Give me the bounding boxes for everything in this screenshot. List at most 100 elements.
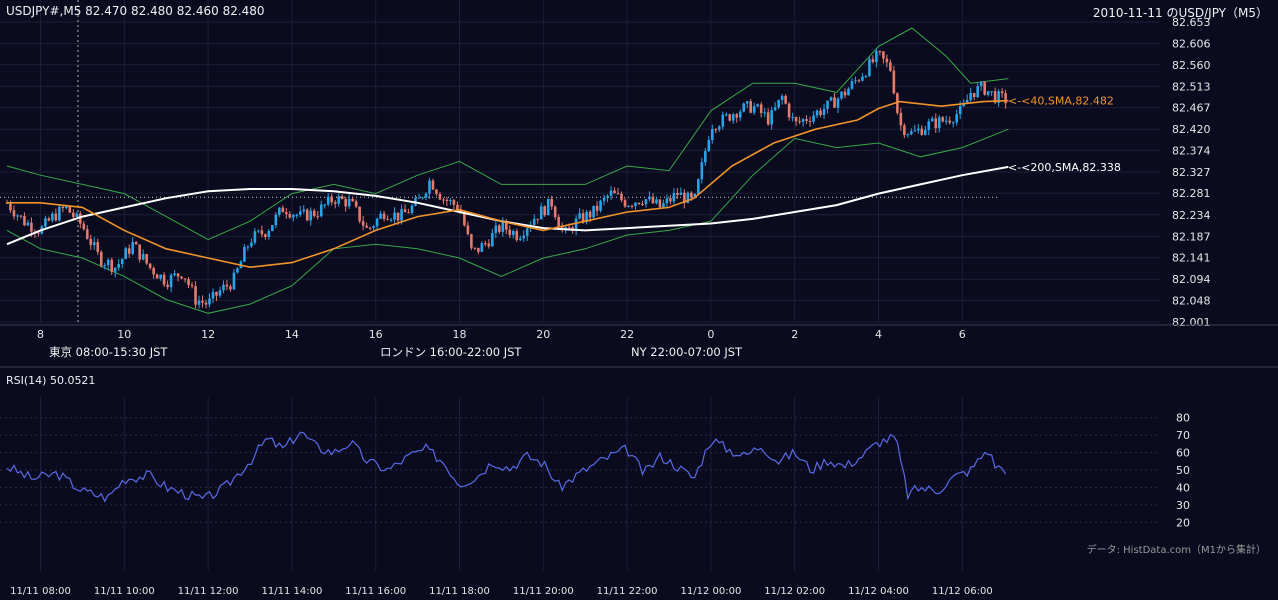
- candle-body: [106, 259, 110, 266]
- candle-body: [522, 235, 526, 239]
- rsi-line: [6, 431, 1007, 503]
- candle-body: [983, 82, 986, 95]
- candle-body: [944, 120, 948, 122]
- price-tick-label: 82.187: [1172, 230, 1211, 243]
- candle-body: [728, 114, 732, 121]
- candle-body: [899, 112, 903, 126]
- candle-body: [466, 225, 470, 235]
- candle-body: [148, 263, 152, 268]
- candle-body: [298, 211, 302, 215]
- rsi-time-label: 11/12 04:00: [848, 586, 909, 597]
- candle-body: [267, 231, 271, 237]
- candle-body: [428, 180, 431, 194]
- candle-body: [756, 104, 759, 107]
- candle-body: [717, 126, 721, 130]
- candle-body: [85, 229, 89, 239]
- candle-body: [204, 302, 208, 305]
- candle-body: [920, 128, 924, 135]
- candle-body: [452, 200, 456, 205]
- candle-body: [913, 130, 917, 132]
- candle-body: [787, 103, 791, 118]
- candle-body: [498, 225, 501, 232]
- candle-body: [658, 199, 662, 208]
- rsi-chart: [0, 417, 1160, 523]
- candle-body: [515, 231, 519, 240]
- candle-body: [731, 114, 735, 121]
- candle-body: [141, 254, 145, 260]
- candle-body: [948, 120, 952, 123]
- candle-body: [281, 207, 285, 213]
- rsi-tick-label: 80: [1176, 412, 1190, 425]
- candle-body: [295, 214, 299, 216]
- rsi-time-label: 11/12 02:00: [764, 586, 825, 597]
- rsi-tick-label: 30: [1176, 499, 1190, 512]
- candle-body: [190, 284, 194, 287]
- candle-body: [305, 209, 309, 221]
- candle-body: [257, 230, 260, 232]
- candle-body: [623, 200, 627, 207]
- candle-body: [51, 213, 54, 221]
- candle-body: [1004, 93, 1007, 104]
- candle-body: [134, 242, 138, 245]
- candle-body: [536, 218, 540, 220]
- sma40-annotation: <-<40,SMA,82.482: [1008, 95, 1114, 108]
- candle-body: [473, 247, 477, 249]
- candle-body: [410, 205, 414, 213]
- hour-tick-label: 20: [536, 328, 550, 341]
- candle-body: [169, 275, 173, 288]
- hour-tick-label: 6: [959, 328, 966, 341]
- candle-body: [812, 115, 815, 122]
- price-tick-label: 82.234: [1172, 209, 1211, 222]
- candle-body: [735, 114, 739, 118]
- candle-body: [166, 284, 169, 288]
- candle-body: [330, 196, 334, 203]
- candle-body: [351, 198, 354, 202]
- candle-body: [484, 243, 487, 245]
- candle-body: [243, 247, 246, 262]
- candle-body: [620, 193, 623, 201]
- candle-body: [236, 268, 239, 273]
- candle-body: [218, 290, 222, 296]
- candle-body: [864, 75, 868, 77]
- candle-body: [211, 291, 215, 299]
- candle-body: [379, 213, 382, 219]
- candle-body: [463, 213, 466, 226]
- hour-tick-label: 14: [285, 328, 299, 341]
- candle-body: [826, 100, 829, 109]
- candle-body: [37, 232, 40, 234]
- hour-tick-label: 22: [620, 328, 634, 341]
- candle-body: [759, 104, 763, 113]
- candle-body: [232, 272, 236, 290]
- candle-body: [403, 209, 407, 213]
- candle-body: [941, 117, 945, 122]
- candle-body: [340, 196, 344, 200]
- candle-body: [889, 62, 892, 71]
- candle-body: [679, 192, 683, 196]
- hour-tick-label: 0: [707, 328, 714, 341]
- candle-body: [669, 198, 672, 202]
- candle-body: [372, 226, 375, 228]
- candle-body: [763, 112, 766, 114]
- candle-body: [917, 128, 920, 131]
- candle-body: [222, 284, 225, 291]
- candle-body: [47, 218, 51, 221]
- candle-body: [319, 204, 323, 217]
- candle-body: [770, 110, 773, 125]
- candle-body: [99, 251, 103, 266]
- candle-body: [951, 122, 955, 124]
- candle-body: [798, 121, 801, 123]
- candle-body: [274, 214, 278, 226]
- candle-body: [829, 97, 833, 101]
- candle-body: [815, 110, 819, 116]
- candle-body: [368, 227, 372, 229]
- candle-body: [337, 196, 340, 204]
- candle-body: [710, 129, 714, 140]
- candle-body: [910, 131, 913, 135]
- rsi-tick-label: 20: [1176, 516, 1190, 529]
- rsi-time-label: 11/11 22:00: [597, 586, 658, 597]
- candle-body: [316, 215, 320, 217]
- rsi-tick-label: 60: [1176, 447, 1190, 460]
- price-chart: <-<40,SMA,82.482 <-<200,SMA,82.338: [0, 0, 1121, 322]
- candle-body: [442, 199, 445, 201]
- candle-body: [969, 92, 972, 100]
